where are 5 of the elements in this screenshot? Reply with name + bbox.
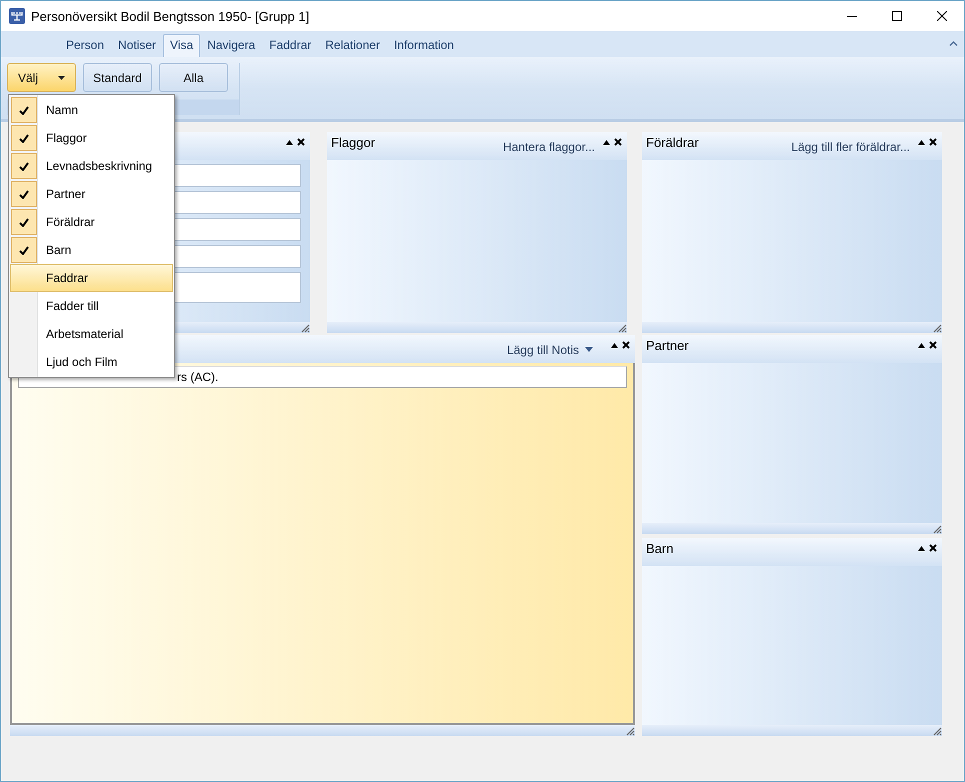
panel-title: Barn: [646, 541, 674, 556]
panel-title: Partner: [646, 338, 689, 353]
panel-title: Föräldrar: [646, 135, 699, 150]
window-title: Personöversikt Bodil Bengtsson 1950- [Grupp 1]: [31, 8, 310, 24]
panel-title: Flaggor: [331, 135, 376, 150]
